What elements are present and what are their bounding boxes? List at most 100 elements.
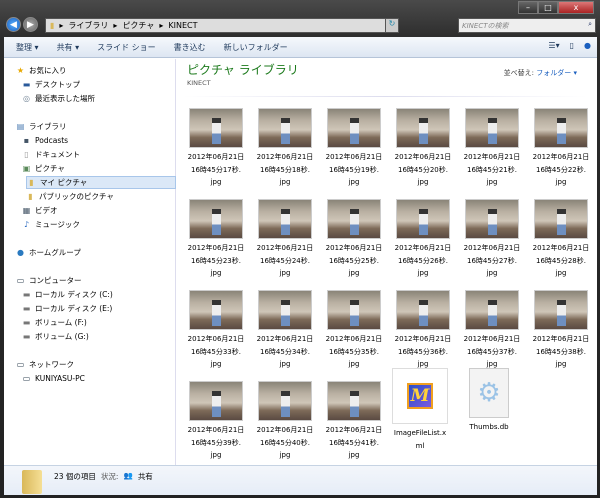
file-item-jpg[interactable]: 2012年06月21日 16時45分22秒. jpg: [528, 108, 594, 189]
file-name: 16時45分23秒.: [191, 256, 241, 265]
new-folder-button[interactable]: 新しいフォルダー: [224, 42, 288, 53]
sidebar-item-my-pictures[interactable]: ▮ マイ ピクチャ: [26, 176, 176, 189]
label: ローカル ディスク (E:): [35, 304, 113, 313]
search-input[interactable]: KINECTの検索 ⌕: [458, 18, 596, 33]
sidebar-item-favorites[interactable]: ★ お気に入り: [16, 64, 67, 77]
file-item-jpg[interactable]: 2012年06月21日 16時45分34秒. jpg: [252, 290, 318, 371]
file-name: 2012年06月21日: [187, 426, 245, 434]
file-name: 16時45分34秒.: [260, 347, 310, 356]
label: ローカル ディスク (C:): [35, 290, 113, 299]
desktop-icon: ▬: [22, 80, 31, 89]
sidebar-item-public-pictures[interactable]: ▮ パブリックのピクチャ: [26, 190, 114, 203]
file-item-jpg[interactable]: 2012年06月21日 16時45分40秒. jpg: [252, 381, 318, 462]
burn-button[interactable]: 書き込む: [174, 42, 206, 53]
file-item-jpg[interactable]: 2012年06月21日 16時45分21秒. jpg: [459, 108, 525, 189]
file-name: jpg: [348, 360, 360, 368]
label: KUNIYASU-PC: [35, 374, 85, 383]
view-options-icon[interactable]: ☰▾: [548, 41, 559, 50]
sidebar-item-music[interactable]: ♪ ミュージック: [22, 218, 80, 231]
help-icon[interactable]: ●: [584, 41, 591, 50]
sidebar-item-recent[interactable]: ◎ 最近表示した場所: [22, 92, 95, 105]
file-name: 16時45分19秒.: [329, 165, 379, 174]
xml-file-icon: M: [392, 368, 448, 424]
nav-buttons: ◀ ▶: [6, 17, 38, 32]
slideshow-button[interactable]: スライド ショー: [97, 42, 156, 53]
sidebar-item-disk-e[interactable]: ▬ ローカル ディスク (E:): [22, 302, 113, 315]
label: デスクトップ: [35, 80, 80, 89]
music-icon: ♪: [23, 220, 30, 229]
divider: [183, 96, 587, 97]
file-item-jpg[interactable]: 2012年06月21日 16時45分20秒. jpg: [390, 108, 456, 189]
sidebar-item-libraries[interactable]: ▤ ライブラリ: [16, 120, 67, 133]
folder-icon: [22, 470, 42, 494]
sidebar-item-homegroup[interactable]: ● ホームグループ: [16, 246, 81, 259]
sidebar-item-desktop[interactable]: ▬ デスクトップ: [22, 78, 80, 91]
window-controls: – □ x: [518, 1, 594, 14]
file-name: 2012年06月21日: [394, 335, 452, 343]
file-item-jpg[interactable]: 2012年06月21日 16時45分18秒. jpg: [252, 108, 318, 189]
sidebar-item-computer[interactable]: ▭ コンピューター: [16, 274, 82, 287]
label: 最近表示した場所: [35, 94, 95, 103]
system-file-gear-icon: ⚙: [469, 368, 509, 418]
file-name: jpg: [210, 178, 222, 186]
refresh-button[interactable]: ↻: [385, 18, 399, 33]
image-thumbnail: [258, 290, 312, 330]
image-thumbnail: [465, 108, 519, 148]
sidebar-item-kuniyasu-pc[interactable]: ▭ KUNIYASU-PC: [22, 372, 85, 385]
file-item-jpg[interactable]: 2012年06月21日 16時45分38秒. jpg: [528, 290, 594, 371]
image-thumbnail: [396, 199, 450, 239]
breadcrumb-pictures[interactable]: ピクチャ: [122, 20, 154, 31]
share-button[interactable]: 共有 ▾: [57, 42, 80, 53]
sidebar-item-documents[interactable]: ▯ ドキュメント: [22, 148, 80, 161]
label: ホームグループ: [29, 248, 81, 257]
file-item-jpg[interactable]: 2012年06月21日 16時45分27秒. jpg: [459, 199, 525, 280]
file-name: Thumbs.db: [469, 423, 509, 431]
file-item-jpg[interactable]: 2012年06月21日 16時45分23秒. jpg: [183, 199, 249, 280]
organize-button[interactable]: 整理 ▾: [16, 42, 39, 53]
file-name: jpg: [348, 178, 360, 186]
close-button[interactable]: x: [558, 1, 594, 14]
file-item-jpg[interactable]: 2012年06月21日 16時45分37秒. jpg: [459, 290, 525, 371]
file-item-jpg[interactable]: 2012年06月21日 16時45分33秒. jpg: [183, 290, 249, 371]
drive-icon: ▬: [22, 332, 31, 341]
file-name: jpg: [486, 178, 498, 186]
preview-pane-icon[interactable]: ▯: [570, 41, 574, 50]
file-item-jpg[interactable]: 2012年06月21日 16時45分41秒. jpg: [321, 381, 387, 462]
podcast-icon: ▪: [23, 136, 30, 145]
image-thumbnail: [327, 290, 381, 330]
sidebar-item-pictures[interactable]: ▣ ピクチャ: [22, 162, 65, 175]
back-button[interactable]: ◀: [6, 17, 21, 32]
breadcrumb-kinect[interactable]: KINECT: [168, 21, 197, 30]
sidebar-item-podcasts[interactable]: ▪ Podcasts: [22, 134, 68, 147]
forward-button[interactable]: ▶: [23, 17, 38, 32]
search-icon[interactable]: ⌕: [588, 20, 592, 29]
minimize-button[interactable]: –: [518, 1, 538, 14]
file-item-jpg[interactable]: 2012年06月21日 16時45分26秒. jpg: [390, 199, 456, 280]
file-item-jpg[interactable]: 2012年06月21日 16時45分25秒. jpg: [321, 199, 387, 280]
label: マイ ピクチャ: [40, 178, 88, 187]
image-thumbnail: [258, 108, 312, 148]
file-item-jpg[interactable]: 2012年06月21日 16時45分39秒. jpg: [183, 381, 249, 462]
label: ドキュメント: [35, 150, 80, 159]
address-bar[interactable]: ▮ ▸ ライブラリ ▸ ピクチャ ▸ KINECT: [45, 18, 390, 33]
sidebar-item-disk-c[interactable]: ▬ ローカル ディスク (C:): [22, 288, 113, 301]
file-name: jpg: [279, 451, 291, 459]
file-item-jpg[interactable]: 2012年06月21日 16時45分35秒. jpg: [321, 290, 387, 371]
sidebar-item-videos[interactable]: ▦ ビデオ: [22, 204, 58, 217]
maximize-button[interactable]: □: [538, 1, 558, 14]
sidebar-item-volume-f[interactable]: ▬ ボリューム (F:): [22, 316, 87, 329]
label: パブリックのピクチャ: [39, 192, 114, 201]
sort-dropdown[interactable]: フォルダー ▾: [536, 69, 577, 77]
breadcrumb-libraries[interactable]: ライブラリ: [68, 20, 108, 31]
file-item-jpg[interactable]: 2012年06月21日 16時45分17秒. jpg: [183, 108, 249, 189]
file-item-jpg[interactable]: 2012年06月21日 16時45分24秒. jpg: [252, 199, 318, 280]
file-item-jpg[interactable]: 2012年06月21日 16時45分28秒. jpg: [528, 199, 594, 280]
file-item-imagefilelist-xml[interactable]: M ImageFileList.x ml: [387, 368, 453, 452]
sidebar-item-volume-g[interactable]: ▬ ボリューム (G:): [22, 330, 89, 343]
file-item-thumbs-db[interactable]: ⚙ Thumbs.db: [456, 368, 522, 434]
sidebar-item-network[interactable]: ▭ ネットワーク: [16, 358, 74, 371]
file-item-jpg[interactable]: 2012年06月21日 16時45分19秒. jpg: [321, 108, 387, 189]
shared-users-icon: 👥: [123, 471, 133, 480]
drive-icon: ▬: [22, 318, 31, 327]
file-item-jpg[interactable]: 2012年06月21日 16時45分36秒. jpg: [390, 290, 456, 371]
